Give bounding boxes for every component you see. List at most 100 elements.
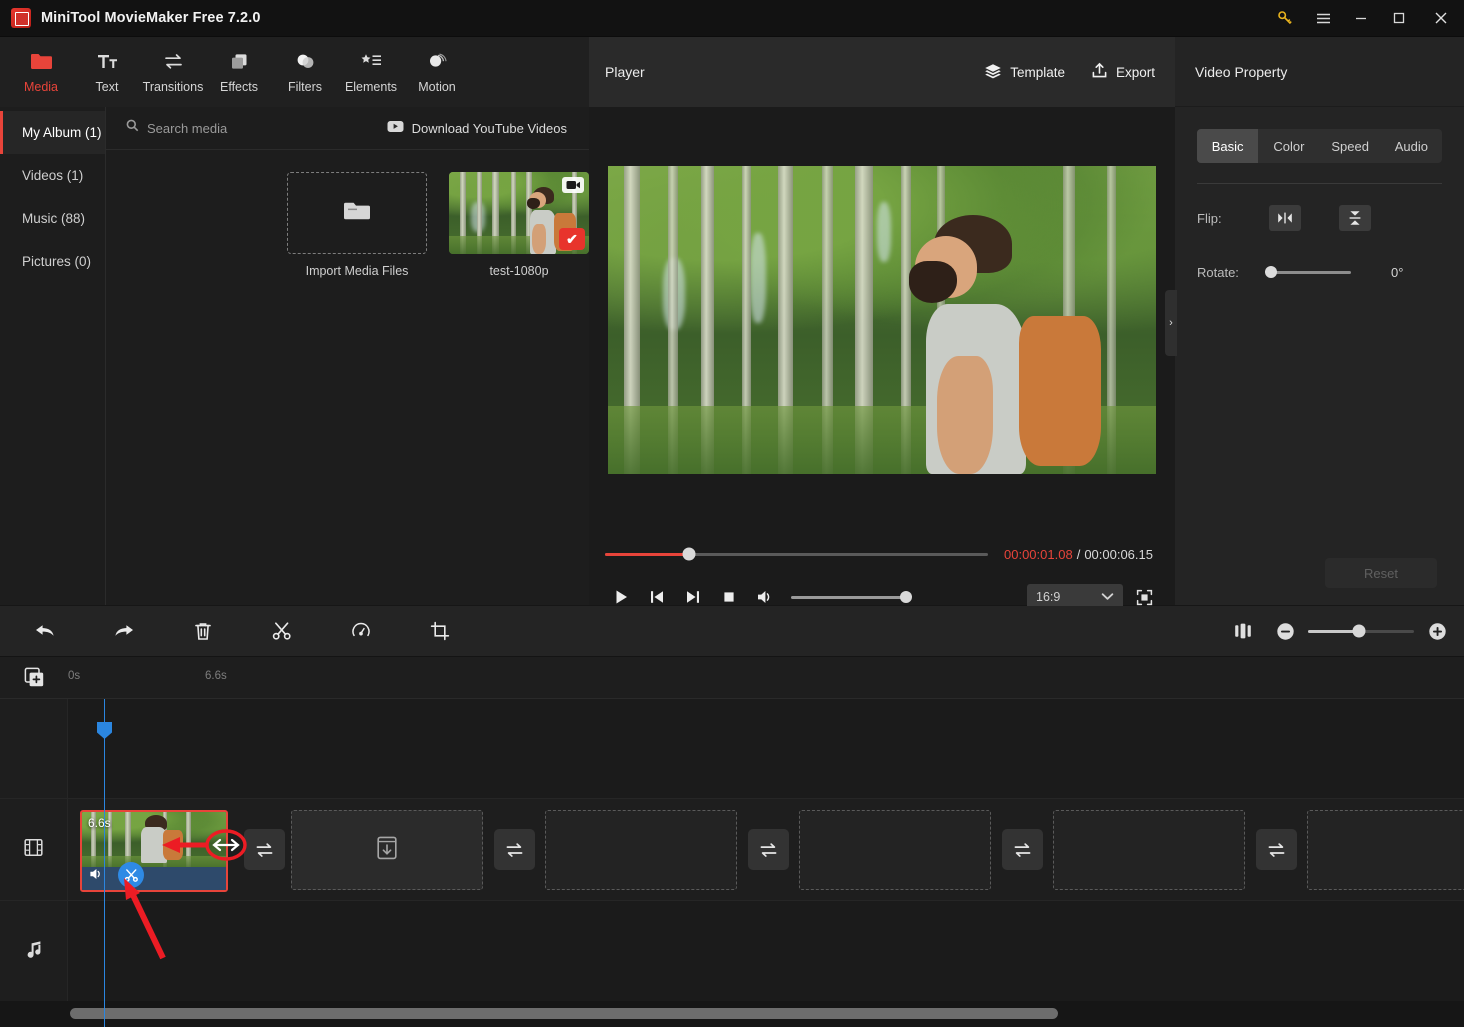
redo-button[interactable] xyxy=(103,611,144,651)
total-time: 00:00:06.15 xyxy=(1084,546,1153,562)
transition-slot-button[interactable] xyxy=(1002,829,1043,870)
audio-track-body[interactable] xyxy=(68,901,1464,1004)
text-track-header xyxy=(0,699,68,798)
transition-slot-button[interactable] xyxy=(1256,829,1297,870)
export-button[interactable]: Export xyxy=(1091,62,1155,82)
video-preview[interactable] xyxy=(608,165,1156,474)
video-track[interactable]: 6.6s xyxy=(0,799,1464,901)
property-panel: › Video Property Basic Color Speed Audio… xyxy=(1165,37,1464,605)
search-box[interactable] xyxy=(126,119,317,137)
rotate-knob[interactable] xyxy=(1265,266,1277,278)
template-label: Template xyxy=(1010,64,1065,80)
window-controls xyxy=(1266,0,1464,37)
media-drop-placeholder[interactable] xyxy=(1307,810,1464,890)
tab-label: Speed xyxy=(1331,138,1369,154)
volume-slider[interactable] xyxy=(791,591,912,603)
media-drop-placeholder[interactable] xyxy=(545,810,737,890)
motion-icon xyxy=(426,51,449,73)
timeline-tracks: 6.6s xyxy=(0,699,1464,1027)
property-panel-title: Video Property xyxy=(1175,37,1464,107)
player-panel: Player Template Export 00:00:01.08 / 00:… xyxy=(589,37,1175,611)
audio-track-header xyxy=(0,901,68,1004)
drop-here-icon xyxy=(375,835,399,866)
media-drop-placeholder[interactable] xyxy=(799,810,991,890)
flip-vertical-icon[interactable] xyxy=(1339,205,1371,231)
module-filters[interactable]: Filters xyxy=(272,41,338,103)
playback-progress-slider[interactable] xyxy=(605,547,988,561)
media-drop-placeholder[interactable] xyxy=(1053,810,1245,890)
crop-button[interactable] xyxy=(419,611,460,651)
transition-slot-button[interactable] xyxy=(748,829,789,870)
hamburger-icon[interactable] xyxy=(1304,0,1342,37)
module-text[interactable]: Text xyxy=(74,41,140,103)
add-track-icon[interactable] xyxy=(0,657,68,699)
transitions-icon xyxy=(162,51,185,73)
module-label: Elements xyxy=(344,79,398,94)
zoom-out-icon[interactable] xyxy=(1274,620,1296,642)
sidebar-item-my-album[interactable]: My Album (1) xyxy=(0,111,105,154)
tab-audio[interactable]: Audio xyxy=(1381,129,1442,163)
sidebar-item-music[interactable]: Music (88) xyxy=(0,197,105,240)
folder-open-icon xyxy=(342,199,372,228)
folder-icon xyxy=(30,51,53,73)
import-media-tile[interactable]: Import Media Files xyxy=(287,172,427,278)
clip-split-button[interactable] xyxy=(118,862,144,888)
download-youtube-videos-button[interactable]: Download YouTube Videos xyxy=(387,120,567,136)
zoom-knob[interactable] xyxy=(1352,624,1366,638)
template-button[interactable]: Template xyxy=(984,63,1065,82)
close-icon[interactable] xyxy=(1418,0,1464,37)
module-motion[interactable]: Motion xyxy=(404,41,470,103)
timeline-zoom-slider[interactable] xyxy=(1308,624,1414,638)
module-label: Filters xyxy=(287,79,323,94)
time-separator: / xyxy=(1076,546,1081,562)
key-icon[interactable] xyxy=(1266,0,1304,37)
text-track[interactable] xyxy=(0,699,1464,799)
transition-slot-button[interactable] xyxy=(494,829,535,870)
module-media[interactable]: Media xyxy=(8,41,74,103)
library-content: Download YouTube Videos Import Media Fil… xyxy=(106,107,589,605)
media-thumbnail[interactable]: ✔ xyxy=(449,172,589,254)
fit-to-screen-icon[interactable] xyxy=(1230,618,1256,644)
zoom-fill xyxy=(1308,629,1359,633)
module-elements[interactable]: Elements xyxy=(338,41,404,103)
selected-check-badge[interactable]: ✔ xyxy=(559,228,585,250)
tab-basic[interactable]: Basic xyxy=(1197,129,1259,163)
sidebar-item-videos[interactable]: Videos (1) xyxy=(0,154,105,197)
minimize-icon[interactable] xyxy=(1342,0,1380,37)
player-header: Player Template Export xyxy=(589,37,1175,107)
module-effects[interactable]: Effects xyxy=(206,41,272,103)
reset-button[interactable]: Reset xyxy=(1325,558,1437,588)
horizontal-scrollbar[interactable] xyxy=(70,1008,1058,1019)
transition-slot-button[interactable] xyxy=(244,829,285,870)
progress-knob[interactable] xyxy=(682,547,696,561)
library-toolbar: Download YouTube Videos xyxy=(106,107,589,150)
module-transitions[interactable]: Transitions xyxy=(140,41,206,103)
delete-button[interactable] xyxy=(182,611,223,651)
search-input[interactable] xyxy=(147,120,317,136)
split-button[interactable] xyxy=(261,611,302,651)
import-media-label: Import Media Files xyxy=(305,264,409,278)
tab-label: Color xyxy=(1273,138,1305,154)
volume-icon[interactable] xyxy=(89,867,105,886)
speed-button[interactable] xyxy=(340,611,381,651)
timeline-ruler[interactable]: 0s 6.6s xyxy=(0,657,1464,699)
text-track-body[interactable] xyxy=(68,699,1464,798)
media-item[interactable]: ✔ test-1080p xyxy=(449,172,589,278)
video-track-body[interactable]: 6.6s xyxy=(68,799,1464,900)
media-drop-placeholder[interactable] xyxy=(291,810,483,890)
undo-button[interactable] xyxy=(24,611,65,651)
sidebar-item-pictures[interactable]: Pictures (0) xyxy=(0,240,105,283)
volume-knob[interactable] xyxy=(900,591,912,603)
timeline-clip[interactable]: 6.6s xyxy=(80,810,228,892)
maximize-icon[interactable] xyxy=(1380,0,1418,37)
flip-label: Flip: xyxy=(1197,210,1222,226)
zoom-in-icon[interactable] xyxy=(1426,620,1448,642)
chevron-right-icon[interactable]: › xyxy=(1165,290,1177,356)
audio-track[interactable] xyxy=(0,901,1464,1005)
film-icon xyxy=(23,837,44,863)
tab-speed[interactable]: Speed xyxy=(1320,129,1381,163)
tab-color[interactable]: Color xyxy=(1258,129,1319,163)
rotate-slider[interactable] xyxy=(1265,266,1351,278)
import-dropzone[interactable] xyxy=(287,172,427,254)
flip-horizontal-icon[interactable] xyxy=(1269,205,1301,231)
